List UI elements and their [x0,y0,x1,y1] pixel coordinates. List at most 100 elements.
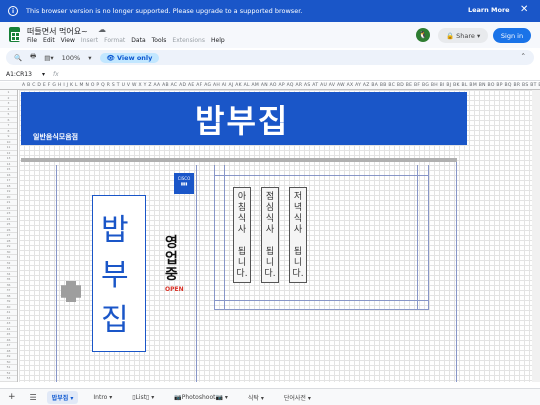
notice-char: 사 [237,225,247,235]
divider [214,175,428,176]
notice-char: 식 [293,214,303,224]
close-icon[interactable]: ✕ [520,4,528,15]
menu-insert[interactable]: Insert [81,37,98,44]
notice-char: 니 [265,258,275,268]
sheet-tab-bar: + ☰ 밥부집 ▾ Intro ▾ ▯List▯ ▾ 📷Photoshoot📷 … [0,388,540,405]
cisco-label: CISCO [177,176,191,181]
add-sheet-icon[interactable]: + [8,392,16,402]
divider [428,165,429,310]
sheet-tab-label: 식탁 [247,394,259,402]
unsupported-browser-banner: i This browser version is no longer supp… [0,0,540,22]
notice-char: 사 [293,225,303,235]
view-only-button[interactable]: 👁 View only [99,52,160,63]
sheet-tab[interactable]: Intro ▾ [88,392,117,403]
sheet-tab[interactable]: ▯List▯ ▾ [127,392,159,403]
open-label: OPEN [165,286,184,293]
divider [196,165,197,382]
learn-more-link[interactable]: Learn More [468,6,510,14]
sheet-tab[interactable]: 📷Photoshoot📷 ▾ [169,392,233,403]
notice-char: 다. [292,269,304,279]
notice-char: 점 [265,192,275,202]
meal-notice: 점심식사 됩 니 다. [261,187,279,283]
notice-char: 녁 [293,203,303,213]
notice-char: 다. [264,269,276,279]
menu-view[interactable]: View [61,37,75,44]
notice-char: 니 [237,258,247,268]
notice-char: 다. [236,269,248,279]
notice-char: 심 [265,203,275,213]
menu-file[interactable]: File [27,37,37,44]
sign-in-button[interactable]: Sign in [493,28,531,43]
formula-bar: A1:CR13 ▾ fx [0,68,540,81]
notice-char [269,236,272,247]
sheet-tab[interactable]: 밥부집 ▾ [46,390,79,404]
avatar[interactable]: 🐧 [416,28,430,42]
all-sheets-icon[interactable]: ☰ [30,393,37,402]
name-box[interactable]: A1:CR13 [6,71,42,78]
search-icon[interactable]: 🔍 [14,54,22,62]
sign-char: 밥 [101,213,129,248]
sheet-tab[interactable]: 식탁 ▾ [243,391,269,404]
meal-notice: 저녁식사 됩 니 다. [289,187,307,283]
sheet-tab[interactable]: 단어사전 ▾ [279,391,316,404]
view-only-label: View only [117,53,153,62]
sheet-tab-label: ▯List▯ [132,393,150,401]
share-button[interactable]: 🔒 Share ▾ [438,28,488,43]
row-number[interactable]: 53 [0,376,17,382]
divider [214,165,215,310]
divider [21,158,457,162]
notice-char: 사 [265,225,275,235]
notice-char: 됩 [293,247,303,257]
divider [214,300,428,301]
menu-help[interactable]: Help [211,37,225,44]
document-title[interactable]: 떠들면서 먹어요~ [27,26,88,37]
cloud-icon: ☁ [98,25,106,34]
notice-char: 니 [293,258,303,268]
notice-char: 식 [237,214,247,224]
notice-char: 아 [237,192,247,202]
share-label: Share [456,31,475,40]
menu-bar: File Edit View Insert Format Data Tools … [27,37,225,44]
collapse-icon[interactable]: ⌃ [521,52,526,60]
column-header[interactable]: A B C D E F G H I J K L M N O P Q R S T … [0,82,540,90]
filter-icon[interactable]: ▤▾ [44,54,53,62]
notice-char: 저 [293,192,303,202]
meal-notice: 아침식사 됩 니 다. [233,187,251,283]
notice-char: 됩 [265,247,275,257]
sheet-tab-label: Intro [93,393,108,401]
row-header[interactable]: 1 2 3 4 5 6 7 8 9 10 11 12 13 14 15 16 17 18 19 20 21 22 23 24 2… [0,90,18,382]
sheet-title: 밥부집 [195,102,290,140]
vertical-scrollbar[interactable] [532,90,540,382]
cisco-logo: CISCO ▮▮▮ [174,173,194,194]
divider [456,162,457,382]
toolbar: 🔍 🖶 ▤▾ 100% ▾ 👁 View only ⌃ [6,50,534,65]
menu-tools[interactable]: Tools [152,37,167,44]
notice-char: 식 [265,214,275,224]
chevron-down-icon: ▾ [88,53,92,62]
menu-format[interactable]: Format [104,37,125,44]
chevron-down-icon: ▾ [42,70,46,78]
sheets-logo-icon[interactable] [9,27,20,42]
menu-data[interactable]: Data [131,37,145,44]
zoom-select[interactable]: 100% [62,54,81,62]
sign-char: 부 [101,258,129,293]
divider [214,309,428,310]
sign-char: 집 [101,303,129,338]
sheet-tab-label: 📷Photoshoot📷 [174,393,223,401]
sheet-tab-label: 밥부집 [51,394,69,402]
app-header: 떠들면서 먹어요~ ☁ File Edit View Insert Format… [0,22,540,48]
menu-edit[interactable]: Edit [43,37,55,44]
chevron-down-icon: ▾ [474,31,481,40]
divider [224,165,225,310]
info-icon: i [8,6,18,16]
fx-icon: fx [53,70,59,78]
notice-char: 침 [237,203,247,213]
notice-char: 됩 [237,247,247,257]
lock-icon: 🔒 [446,31,457,40]
divider [417,165,418,310]
notice-char [297,236,300,247]
sheet-subtitle: 일반음식모음점 [33,133,79,141]
menu-extensions[interactable]: Extensions [172,37,205,44]
notice-char [241,236,244,247]
print-icon[interactable]: 🖶 [30,52,36,63]
